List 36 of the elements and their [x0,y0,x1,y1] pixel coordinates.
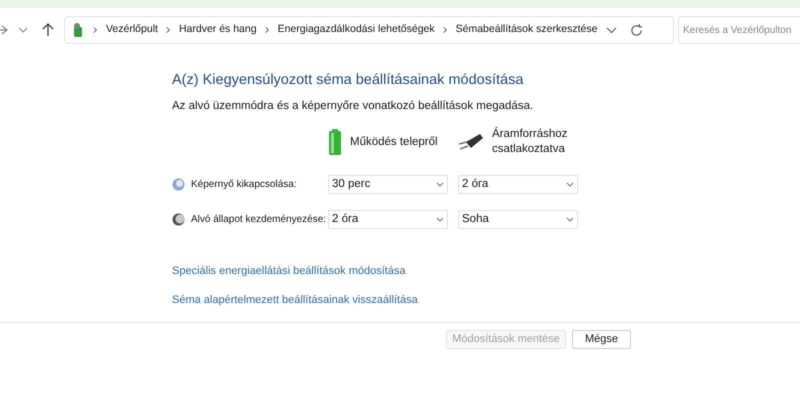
plug-icon [458,132,484,152]
link[interactable]: Séma alapértelmezett beállításainak visszaállítása [172,292,418,308]
chevron-right-icon[interactable] [166,26,171,34]
up-arrow-icon[interactable] [42,23,54,37]
moon-icon [172,213,185,226]
setting-label: Alvó állapot kezdeményezése: [191,213,326,227]
setting-label: Képernyő kikapcsolása: [191,178,297,192]
back-arrow-icon[interactable] [0,24,8,36]
chevron-down-icon[interactable] [18,26,28,34]
dropdown[interactable]: 30 perc [328,175,448,194]
column-header: Áramforráshoz csatlakoztatva [492,127,568,157]
dropdown[interactable]: Soha [458,210,578,229]
breadcrumb-item[interactable]: Energiagazdálkodási lehetőségek [278,22,435,38]
breadcrumb-item[interactable]: Sémabeállítások szerkesztése [456,22,598,38]
chevron-down-icon [436,217,444,222]
chevron-down-icon [436,182,444,187]
chevron-down-icon [566,217,574,222]
chevron-down-icon [566,182,574,187]
chevron-down-icon[interactable] [606,26,617,34]
link[interactable]: Speciális energiaellátási beállítások módosítása [172,263,406,280]
page-subtitle: Az alvó üzemmódra és a képernyőre vonatkozó beállítások megadása. [172,98,534,114]
control-panel-icon [71,22,85,38]
address-bar[interactable]: Vezérlőpult Hardver és hang Energiagazdálkodási lehetőségek Sémabeállítások szerkesztése [64,16,674,44]
battery-icon [328,129,342,155]
chevron-right-icon[interactable] [442,26,448,34]
chevron-right-icon[interactable] [264,26,270,34]
breadcrumb-item[interactable]: Hardver és hang [178,22,257,38]
dropdown[interactable]: 2 óra [458,175,578,194]
search-field[interactable]: Keresés a Vezérlőpulton [678,16,800,44]
chevron-right-icon[interactable] [93,26,98,34]
breadcrumb-item[interactable]: Vezérlőpult [106,22,158,38]
page-title: A(z) Kiegyensúlyozott séma beállításainak módosítása [172,71,524,90]
cancel-button[interactable]: Mégse [572,330,631,349]
dropdown[interactable]: 2 óra [328,210,448,229]
refresh-icon[interactable] [630,24,643,36]
column-header: Működés telepről [350,134,439,150]
